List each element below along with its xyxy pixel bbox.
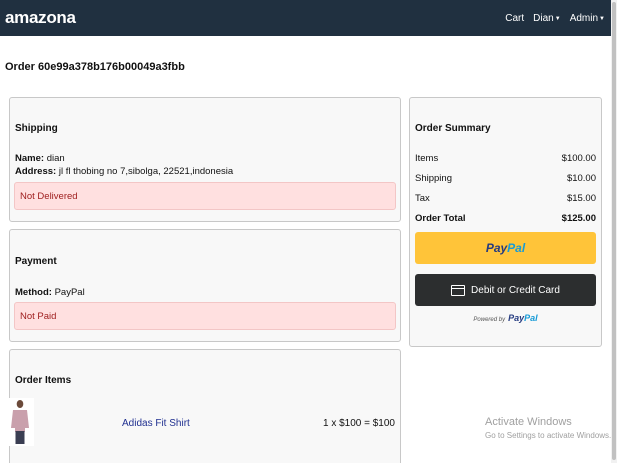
- address-label: Address:: [15, 166, 57, 177]
- debit-credit-card-button[interactable]: Debit or Credit Card: [415, 274, 596, 306]
- paypal-logo: PayPal: [486, 241, 525, 255]
- item-link[interactable]: Adidas Fit Shirt: [122, 418, 190, 429]
- shipping-address: Address: jl fl thobing no 7,sibolga, 225…: [15, 166, 233, 177]
- paypal-small-part1: Pay: [508, 313, 525, 323]
- paypal-button[interactable]: PayPal: [415, 232, 596, 264]
- order-title: Order 60e99a378b176b00049a3fbb: [5, 61, 185, 73]
- powered-by-label: Powered by: [473, 317, 506, 323]
- shipping-label: Shipping: [415, 173, 452, 184]
- tax-value: $15.00: [566, 193, 596, 204]
- shirt-thumbnail: [6, 398, 34, 446]
- tax-label: Tax: [415, 193, 430, 204]
- user-menu[interactable]: Dian▼: [533, 13, 561, 24]
- method-label: Method:: [15, 287, 52, 298]
- shipping-card: Shipping Name: dian Address: jl fl thobi…: [9, 97, 401, 222]
- page-scrollbar[interactable]: [611, 0, 617, 463]
- total-label: Order Total: [415, 213, 466, 224]
- watermark-line1: Activate Windows: [485, 416, 572, 428]
- order-items-heading: Order Items: [15, 375, 72, 386]
- admin-menu-label: Admin: [569, 12, 599, 24]
- nav-links: Cart Dian▼ Admin▼: [505, 13, 605, 24]
- credit-card-icon: [451, 284, 466, 296]
- items-value: $100.00: [561, 153, 596, 164]
- scrollbar-thumb[interactable]: [612, 2, 616, 460]
- card-button-label: Debit or Credit Card: [471, 284, 560, 296]
- admin-menu[interactable]: Admin▼: [570, 13, 605, 24]
- paypal-small-logo: PayPal: [508, 313, 538, 323]
- item-price-line: 1 x $100 = $100: [322, 418, 395, 429]
- payment-status-alert: Not Paid: [14, 302, 396, 330]
- summary-row-shipping: Shipping $10.00: [415, 173, 596, 184]
- windows-activation-watermark: Activate Windows Go to Settings to activ…: [485, 416, 611, 440]
- summary-heading: Order Summary: [415, 123, 491, 134]
- summary-row-tax: Tax $15.00: [415, 193, 596, 204]
- payment-heading: Payment: [15, 256, 57, 267]
- caret-down-icon: ▼: [554, 15, 561, 22]
- paypal-logo-part2: Pal: [507, 241, 526, 255]
- name-value: dian: [46, 153, 65, 164]
- caret-down-icon: ▼: [599, 15, 605, 22]
- summary-row-items: Items $100.00: [415, 153, 596, 164]
- order-items-card: Order Items: [9, 349, 401, 463]
- shipping-heading: Shipping: [15, 123, 58, 134]
- delivery-status-alert: Not Delivered: [14, 182, 396, 210]
- top-navbar: amazona Cart Dian▼ Admin▼: [0, 0, 611, 36]
- address-value: jl fl thobing no 7,sibolga, 22521,indone…: [58, 166, 234, 177]
- brand-logo[interactable]: amazona: [5, 8, 76, 28]
- name-label: Name:: [15, 153, 45, 164]
- total-value: $125.00: [561, 213, 596, 224]
- summary-row-total: Order Total $125.00: [415, 213, 596, 224]
- payment-card: Payment Method: PayPal Not Paid: [9, 229, 401, 342]
- method-value: PayPal: [54, 287, 85, 298]
- paypal-small-part2: Pal: [524, 313, 538, 323]
- payment-method: Method: PayPal: [15, 287, 85, 298]
- watermark-line2: Go to Settings to activate Windows.: [485, 431, 612, 440]
- powered-by-paypal: Powered by PayPal: [410, 313, 601, 323]
- cart-link[interactable]: Cart: [505, 13, 524, 24]
- user-menu-label: Dian: [533, 12, 554, 24]
- paypal-logo-part1: Pay: [485, 241, 508, 255]
- shipping-name: Name: dian: [15, 153, 65, 164]
- items-label: Items: [415, 153, 439, 164]
- shipping-value: $10.00: [566, 173, 596, 184]
- order-summary-card: Order Summary Items $100.00 Shipping $10…: [409, 97, 602, 347]
